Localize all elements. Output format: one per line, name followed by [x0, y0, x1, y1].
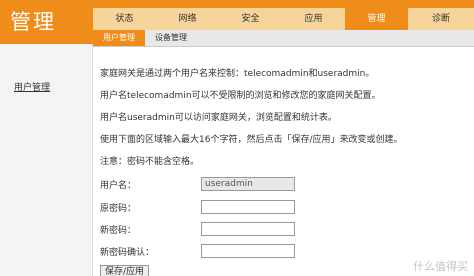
- router-admin-page: 管理 状态 网络 安全 应用 管理 诊断 用户管理 设备管理 用户管理 家庭网关…: [0, 0, 474, 276]
- info-paragraph: 用户名useradmin可以访问家庭网关，浏览配置和统计表。: [100, 113, 337, 123]
- brand-title: 管理: [0, 0, 93, 44]
- sidebar-item-user-management[interactable]: 用户管理: [14, 80, 50, 93]
- tab-security[interactable]: 安全: [219, 8, 282, 30]
- username-label: 用户名：: [100, 181, 137, 191]
- confirm-password-field[interactable]: [201, 244, 295, 258]
- new-password-field[interactable]: [201, 222, 295, 236]
- tab-network[interactable]: 网络: [156, 8, 219, 30]
- tab-status[interactable]: 状态: [93, 8, 156, 30]
- info-paragraph: 使用下面的区域输入最大16个字符，然后点击「保存/应用」来改变或创建。: [100, 135, 403, 145]
- sub-nav: 用户管理 设备管理: [93, 30, 474, 47]
- subtab-user-management[interactable]: 用户管理: [93, 30, 145, 46]
- sidebar: 用户管理: [0, 44, 93, 276]
- tab-management[interactable]: 管理: [345, 8, 408, 30]
- username-field: useradmin: [201, 177, 295, 191]
- tab-application[interactable]: 应用: [282, 8, 345, 30]
- info-paragraph: 家庭网关是通过两个用户名来控制：telecomadmin和useradmin。: [100, 69, 375, 79]
- top-accent-strip: [93, 0, 474, 8]
- old-password-label: 原密码：: [100, 204, 137, 214]
- watermark: 什么值得买: [413, 260, 468, 273]
- top-nav: 状态 网络 安全 应用 管理 诊断: [93, 8, 474, 30]
- confirm-password-label: 新密码确认：: [100, 248, 155, 258]
- info-paragraph: 用户名telecomadmin可以不受限制的浏览和修改您的家庭网关配置。: [100, 91, 381, 101]
- new-password-label: 新密码：: [100, 226, 137, 236]
- save-apply-button[interactable]: 保存/应用: [100, 265, 150, 276]
- tab-diagnostics[interactable]: 诊断: [408, 8, 474, 30]
- old-password-field[interactable]: [201, 200, 295, 214]
- note-paragraph: 注意：密码不能含空格。: [100, 157, 200, 167]
- subtab-device-management[interactable]: 设备管理: [145, 30, 197, 46]
